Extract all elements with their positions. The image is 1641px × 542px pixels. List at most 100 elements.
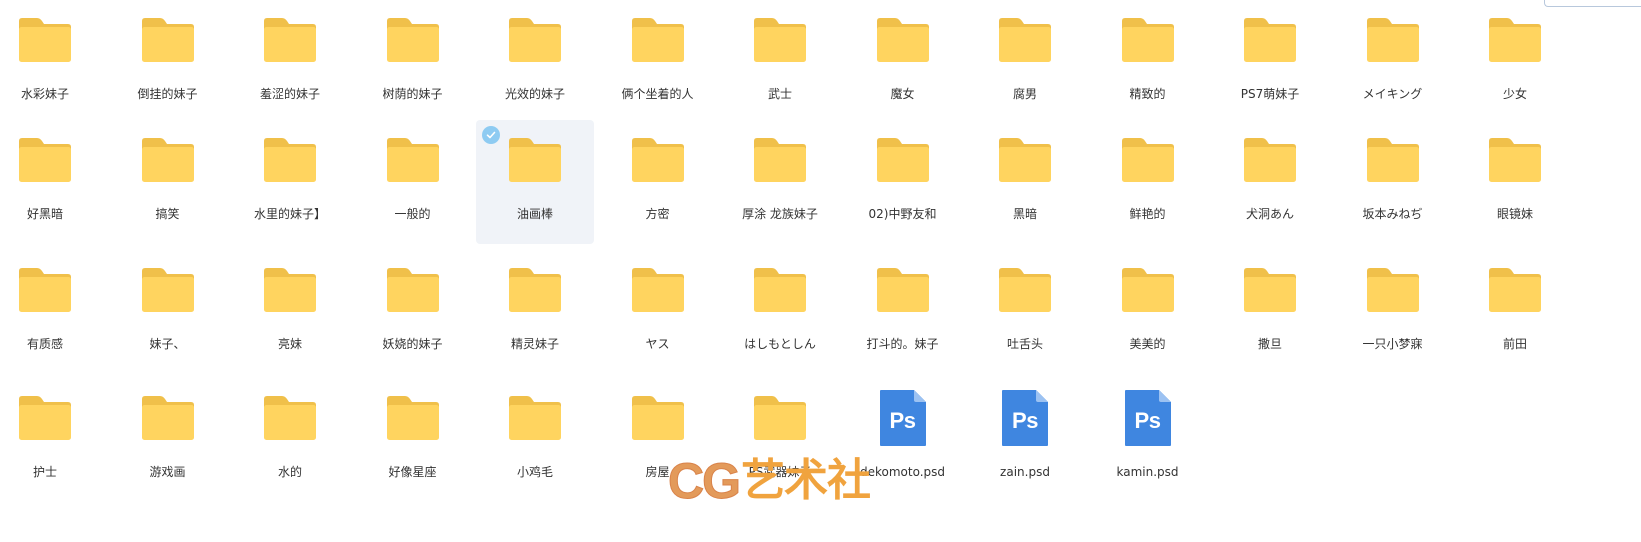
folder-icon: [1485, 132, 1545, 188]
folder-item[interactable]: 好像星座: [354, 378, 472, 502]
folder-icon: [505, 262, 565, 318]
folder-item[interactable]: 亮妹: [231, 250, 349, 374]
folder-item[interactable]: 搞笑: [109, 120, 227, 244]
folder-item[interactable]: 倒挂的妹子: [109, 0, 227, 124]
file-name-label: 鲜艳的: [1129, 207, 1166, 221]
folder-item[interactable]: 黑暗: [966, 120, 1084, 244]
psd-file-icon: Ps: [873, 390, 933, 446]
folder-icon: [873, 12, 933, 68]
file-name-label: 光效的妹子: [504, 87, 565, 101]
folder-item[interactable]: 有质感: [0, 250, 104, 374]
folder-item[interactable]: 树荫的妹子: [354, 0, 472, 124]
folder-item[interactable]: 小鸡毛: [476, 378, 594, 502]
folder-icon: [260, 132, 320, 188]
file-name-label: 水彩妹子: [20, 87, 69, 101]
file-name-label: 一只小梦寐: [1362, 337, 1423, 351]
folder-item[interactable]: 厚涂 龙族妹子: [721, 120, 839, 244]
file-name-label: dekomoto.psd: [859, 465, 946, 479]
folder-icon: [1485, 12, 1545, 68]
folder-item[interactable]: 吐舌头: [966, 250, 1084, 374]
file-name-label: 方密: [645, 207, 670, 221]
folder-item[interactable]: 羞涩的妹子: [231, 0, 349, 124]
file-name-label: 魔女: [890, 87, 915, 101]
folder-item[interactable]: 魔女: [844, 0, 962, 124]
file-name-label: 亮妹: [277, 337, 302, 351]
folder-item[interactable]: 撒旦: [1211, 250, 1329, 374]
folder-icon: [138, 390, 198, 446]
file-name-label: 水的: [277, 465, 302, 479]
file-name-label: メイキング: [1362, 87, 1423, 101]
file-name-label: 水里的妹子】: [253, 207, 326, 221]
folder-item[interactable]: 方密: [599, 120, 717, 244]
folder-icon: [505, 12, 565, 68]
file-name-label: 少女: [1502, 87, 1527, 101]
file-name-label: zain.psd: [1000, 465, 1050, 479]
folder-item[interactable]: 俩个坐着的人: [599, 0, 717, 124]
folder-item[interactable]: 水彩妹子: [0, 0, 104, 124]
file-name-label: 护士: [32, 465, 57, 479]
folder-icon: [1118, 132, 1178, 188]
file-name-label: 好黑暗: [26, 207, 63, 221]
file-name-label: 妖娆的妹子: [382, 337, 443, 351]
folder-item[interactable]: 光效的妹子: [476, 0, 594, 124]
folder-item[interactable]: 水里的妹子】: [231, 120, 349, 244]
file-name-label: 腐男: [1012, 87, 1037, 101]
folder-icon: [15, 262, 75, 318]
folder-icon: [1363, 132, 1423, 188]
folder-icon: [1363, 262, 1423, 318]
folder-item[interactable]: 腐男: [966, 0, 1084, 124]
folder-item[interactable]: 一只小梦寐: [1334, 250, 1452, 374]
folder-item[interactable]: PS7萌妹子: [1211, 0, 1329, 124]
folder-item[interactable]: 水的: [231, 378, 349, 502]
folder-item[interactable]: 犬洞あん: [1211, 120, 1329, 244]
folder-item[interactable]: 打斗的。妹子: [844, 250, 962, 374]
folder-icon: [1363, 12, 1423, 68]
folder-icon: [873, 262, 933, 318]
folder-item[interactable]: 妖娆的妹子: [354, 250, 472, 374]
folder-item[interactable]: 一般的: [354, 120, 472, 244]
psd-badge: Ps: [1134, 408, 1161, 433]
folder-icon: [873, 132, 933, 188]
folder-item[interactable]: ヤス: [599, 250, 717, 374]
file-name-label: 犬洞あん: [1245, 207, 1294, 221]
folder-item[interactable]: メイキング: [1334, 0, 1452, 124]
folder-item[interactable]: 坂本みねぢ: [1334, 120, 1452, 244]
folder-item[interactable]: 房屋: [599, 378, 717, 502]
file-name-label: 妹子、: [149, 337, 186, 351]
folder-item[interactable]: はしもとしん: [721, 250, 839, 374]
folder-item[interactable]: 眼镜妹: [1456, 120, 1574, 244]
folder-icon: [383, 132, 443, 188]
psd-file-item[interactable]: Ps zain.psd: [966, 378, 1084, 502]
folder-item[interactable]: 鲜艳的: [1089, 120, 1207, 244]
folder-item[interactable]: 前田: [1456, 250, 1574, 374]
folder-item[interactable]: 精致的: [1089, 0, 1207, 124]
file-name-label: 小鸡毛: [516, 465, 553, 479]
folder-item[interactable]: 好黑暗: [0, 120, 104, 244]
folder-icon: [995, 12, 1055, 68]
file-name-label: 有质感: [26, 337, 63, 351]
folder-item[interactable]: 美美的: [1089, 250, 1207, 374]
psd-file-item[interactable]: Ps kamin.psd: [1089, 378, 1207, 502]
folder-icon: [750, 390, 810, 446]
folder-item[interactable]: 少女: [1456, 0, 1574, 124]
folder-item[interactable]: 游戏画: [109, 378, 227, 502]
file-name-label: 黑暗: [1012, 207, 1037, 221]
folder-item[interactable]: 武士: [721, 0, 839, 124]
selected-check-icon[interactable]: [482, 126, 500, 144]
folder-item[interactable]: 油画棒: [476, 120, 594, 244]
folder-icon: [505, 132, 565, 188]
folder-icon: [138, 262, 198, 318]
folder-item[interactable]: 妹子、: [109, 250, 227, 374]
folder-icon: [15, 390, 75, 446]
psd-badge: Ps: [889, 408, 916, 433]
folder-item[interactable]: 护士: [0, 378, 104, 502]
folder-item[interactable]: 精灵妹子: [476, 250, 594, 374]
folder-icon: [628, 132, 688, 188]
file-name-label: 树荫的妹子: [382, 87, 443, 101]
file-name-label: 油画棒: [516, 207, 553, 221]
folder-item[interactable]: 02)中野友和: [844, 120, 962, 244]
psd-file-item[interactable]: Ps dekomoto.psd: [844, 378, 962, 502]
folder-item[interactable]: PS武器妹子: [721, 378, 839, 502]
file-name-label: 吐舌头: [1006, 337, 1043, 351]
file-name-label: 撒旦: [1257, 337, 1282, 351]
